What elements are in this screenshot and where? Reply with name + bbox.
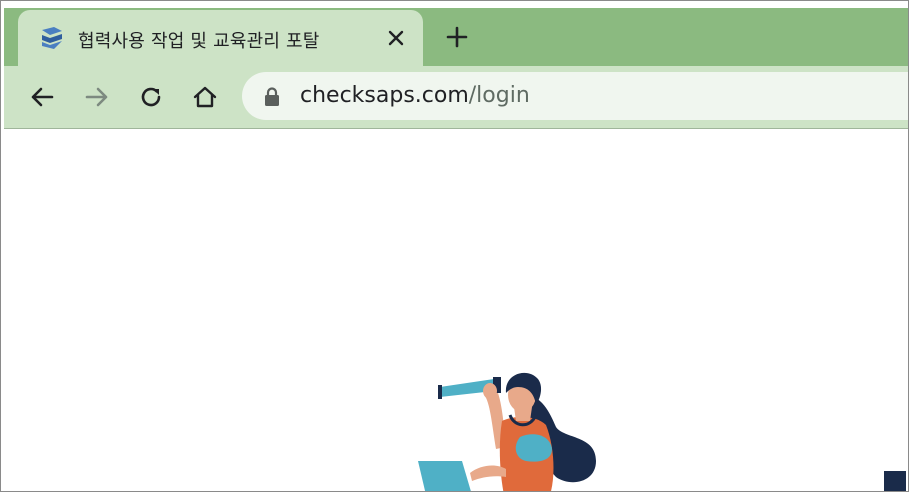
tab-title: 협력사용 작업 및 교육관리 포탈: [78, 31, 320, 52]
address-bar[interactable]: checksaps.com/login: [242, 72, 908, 120]
arrow-left-icon[interactable]: [28, 83, 56, 111]
url-path: /login: [468, 83, 530, 108]
arrow-right-icon[interactable]: [83, 83, 111, 111]
plus-icon[interactable]: [445, 25, 469, 49]
home-icon[interactable]: [191, 83, 219, 111]
tab-active[interactable]: 협력사용 작업 및 교육관리 포탈: [18, 10, 423, 66]
tab-strip: 협력사용 작업 및 교육관리 포탈: [4, 8, 908, 66]
reload-icon[interactable]: [137, 83, 165, 111]
toolbar: checksaps.com/login: [4, 66, 908, 129]
checksaps-logo-icon: [42, 27, 62, 49]
person-with-telescope-illustration: [418, 372, 596, 491]
close-icon[interactable]: [386, 28, 406, 48]
page-corner-block: [884, 471, 906, 491]
page-content: [4, 129, 908, 491]
url-host: checksaps.com: [300, 83, 469, 108]
lock-icon[interactable]: [264, 87, 280, 107]
browser-window: 협력사용 작업 및 교육관리 포탈 checksaps.com/login: [0, 0, 909, 492]
url-text[interactable]: checksaps.com/login: [300, 83, 530, 108]
